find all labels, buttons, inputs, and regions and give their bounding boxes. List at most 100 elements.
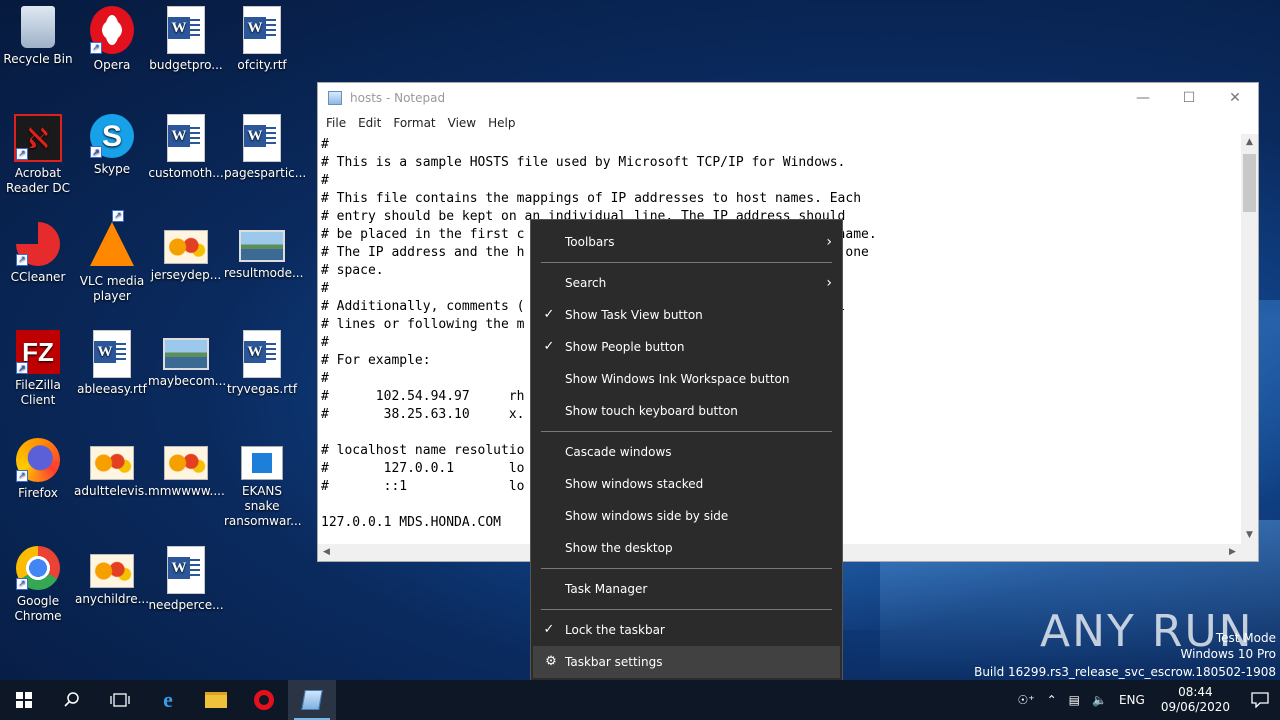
- shortcut-arrow-icon: ↗: [16, 254, 28, 266]
- word-document-icon: W: [243, 6, 281, 54]
- opera-taskbar-button[interactable]: [240, 680, 288, 720]
- context-menu-item[interactable]: Show the desktop: [531, 532, 842, 564]
- application-icon: [241, 446, 283, 480]
- context-menu-item[interactable]: ✓ Lock the taskbar: [531, 614, 842, 646]
- desktop-icon[interactable]: ↗ CCleaner: [0, 222, 76, 285]
- context-menu-item[interactable]: Cascade windows: [531, 436, 842, 468]
- desktop-icon[interactable]: resultmode...: [224, 222, 303, 281]
- context-menu-item[interactable]: ✓ Show Task View button: [531, 299, 842, 331]
- context-menu-label: Show Task View button: [565, 308, 703, 322]
- context-menu-item[interactable]: ✓ Show People button: [531, 331, 842, 363]
- desktop-icon[interactable]: anychildre...: [74, 546, 150, 607]
- image-file-icon: [90, 446, 134, 480]
- desktop-icon[interactable]: Wbudgetpro...: [148, 6, 224, 73]
- word-document-icon: W: [167, 6, 205, 54]
- scroll-left-icon[interactable]: ◀: [318, 544, 335, 561]
- clock[interactable]: 08:44 09/06/2020: [1151, 685, 1240, 715]
- chevron-right-icon: ›: [826, 275, 832, 291]
- edge-icon: e: [163, 687, 173, 712]
- test-mode-label: Test Mode: [1215, 631, 1276, 645]
- desktop-icon[interactable]: adulttelevis...: [74, 438, 156, 499]
- system-tray: ☉⁺ ⌃ ▤ 🔈 ENG 08:44 09/06/2020: [1012, 680, 1280, 720]
- context-menu-item[interactable]: Show touch keyboard button: [531, 395, 842, 427]
- chevron-right-icon: ›: [826, 234, 832, 250]
- desktop-icon[interactable]: Wneedperce...: [148, 546, 224, 613]
- context-menu-item[interactable]: ⚙ Taskbar settings: [533, 646, 840, 678]
- notepad-titlebar[interactable]: hosts - Notepad — ☐ ✕: [318, 83, 1258, 112]
- image-file-icon: [164, 446, 208, 480]
- word-document-icon: W: [167, 114, 205, 162]
- notification-icon: [1251, 692, 1269, 708]
- text-line: #: [321, 137, 329, 152]
- context-menu-item[interactable]: Show Windows Ink Workspace button: [531, 363, 842, 395]
- network-icon[interactable]: ▤: [1063, 693, 1086, 707]
- menu-help[interactable]: Help: [482, 116, 521, 130]
- context-menu-item[interactable]: Task Manager: [531, 573, 842, 605]
- opera-icon: ↗: [90, 6, 134, 54]
- volume-icon[interactable]: 🔈: [1086, 693, 1113, 707]
- maximize-button[interactable]: ☐: [1166, 83, 1212, 112]
- context-menu-item[interactable]: Show windows stacked: [531, 468, 842, 500]
- build-label: Build 16299.rs3_release_svc_escrow.18050…: [974, 665, 1276, 679]
- scroll-up-icon[interactable]: ▲: [1241, 134, 1258, 151]
- context-menu-item[interactable]: Toolbars ›: [531, 226, 842, 258]
- context-menu-label: Taskbar settings: [565, 655, 663, 669]
- minimize-button[interactable]: —: [1120, 83, 1166, 112]
- desktop-icon[interactable]: jerseydep...: [148, 222, 224, 283]
- desktop-icon[interactable]: ↗ VLC media player: [74, 210, 150, 304]
- context-menu-item[interactable]: Show windows side by side: [531, 500, 842, 532]
- desktop-icon[interactable]: Wableeasy.rtf: [74, 330, 150, 397]
- checkmark-icon: ✓: [543, 622, 555, 637]
- context-menu-label: Show windows stacked: [565, 477, 704, 491]
- desktop-icon-label: VLC media player: [79, 274, 145, 303]
- start-button[interactable]: [0, 680, 48, 720]
- chevron-up-icon[interactable]: ⌃: [1041, 693, 1063, 707]
- vertical-scrollbar[interactable]: ▲ ▼: [1241, 134, 1258, 544]
- desktop-icon[interactable]: ↗ Google Chrome: [0, 546, 76, 624]
- edge-taskbar-button[interactable]: e: [144, 680, 192, 720]
- desktop-icon[interactable]: Wpagespartic...: [224, 114, 306, 181]
- filezilla-icon: FZ ↗: [16, 330, 60, 374]
- desktop-icon[interactable]: Wcustomoth...: [148, 114, 224, 181]
- menu-view[interactable]: View: [442, 116, 482, 130]
- desktop-icon-label: budgetpro...: [149, 58, 223, 72]
- menu-format[interactable]: Format: [387, 116, 441, 130]
- context-menu-item[interactable]: Search ›: [531, 267, 842, 299]
- task-view-button[interactable]: [96, 680, 144, 720]
- desktop-icon[interactable]: S ↗ Skype: [74, 114, 150, 177]
- desktop-icon[interactable]: FZ ↗ FileZilla Client: [0, 330, 76, 408]
- menu-edit[interactable]: Edit: [352, 116, 387, 130]
- language-indicator[interactable]: ENG: [1113, 693, 1151, 707]
- notification-center-button[interactable]: [1240, 680, 1280, 720]
- desktop-icon[interactable]: maybecom...: [148, 330, 226, 389]
- vertical-scroll-thumb[interactable]: [1243, 154, 1256, 212]
- scroll-down-icon[interactable]: ▼: [1241, 527, 1258, 544]
- desktop-icon[interactable]: Wtryvegas.rtf: [224, 330, 300, 397]
- menu-separator: [541, 609, 832, 610]
- desktop-icon[interactable]: Recycle Bin: [0, 6, 76, 67]
- menu-file[interactable]: File: [320, 116, 352, 130]
- people-icon[interactable]: ☉⁺: [1012, 693, 1041, 707]
- desktop-icon-label: tryvegas.rtf: [226, 382, 298, 396]
- desktop-icon-label: adulttelevis...: [74, 484, 156, 498]
- desktop-icon[interactable]: EKANS snake ransomwar...: [224, 438, 302, 529]
- scroll-right-icon[interactable]: ▶: [1224, 544, 1241, 561]
- search-button[interactable]: [48, 680, 96, 720]
- text-line: #: [321, 173, 329, 188]
- desktop-icon[interactable]: ↗ Firefox: [0, 438, 76, 501]
- notepad-menubar: File Edit Format View Help: [318, 112, 1258, 134]
- shortcut-arrow-icon: ↗: [16, 362, 28, 374]
- menu-separator: [541, 568, 832, 569]
- desktop-icon[interactable]: ↗ Opera: [74, 6, 150, 73]
- file-explorer-taskbar-button[interactable]: [192, 680, 240, 720]
- desktop-icon[interactable]: ℵ ↗ Acrobat Reader DC: [0, 114, 76, 196]
- close-button[interactable]: ✕: [1212, 83, 1258, 112]
- notepad-app-icon: [328, 90, 342, 105]
- desktop-icon[interactable]: mmwwww....: [148, 438, 225, 499]
- desktop-icon[interactable]: Wofcity.rtf: [224, 6, 300, 73]
- taskbar[interactable]: e ☉⁺ ⌃ ▤ 🔈 ENG 08:44 09/06/2020: [0, 680, 1280, 720]
- context-menu-label: Show windows side by side: [565, 509, 729, 523]
- desktop-icon-label: Acrobat Reader DC: [6, 166, 70, 195]
- notepad-taskbar-button[interactable]: [288, 680, 336, 720]
- shortcut-arrow-icon: ↗: [16, 148, 28, 160]
